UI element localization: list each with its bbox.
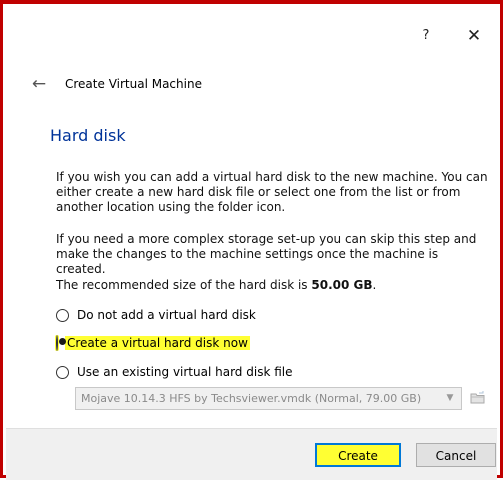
help-icon[interactable]: ?	[414, 24, 438, 48]
option-no-disk[interactable]: Do not add a virtual hard disk	[56, 306, 256, 324]
option-existing-disk-label: Use an existing virtual hard disk file	[77, 365, 293, 379]
button-bar: Create Cancel	[6, 428, 497, 480]
option-create-disk[interactable]: Create a virtual hard disk now	[55, 334, 250, 352]
recommended-size-prefix: The recommended size of the hard disk is	[56, 278, 312, 292]
recommended-size-suffix: .	[372, 278, 377, 292]
option-no-disk-label: Do not add a virtual hard disk	[77, 308, 256, 322]
option-create-disk-label: Create a virtual hard disk now	[65, 336, 250, 350]
radio-no-disk[interactable]	[56, 308, 69, 322]
cancel-button[interactable]: Cancel	[416, 443, 496, 467]
dialog-window: ? ✕ ← Create Virtual Machine Hard disk I…	[0, 0, 503, 480]
option-existing-disk[interactable]: Use an existing virtual hard disk file	[56, 363, 292, 381]
highlight-marker	[55, 335, 59, 351]
existing-disk-select[interactable]: Mojave 10.14.3 HFS by Techsviewer.vmdk (…	[75, 387, 462, 410]
radio-existing-disk[interactable]	[56, 365, 69, 379]
existing-disk-value: Mojave 10.14.3 HFS by Techsviewer.vmdk (…	[81, 392, 422, 405]
chevron-down-icon[interactable]: ▼	[443, 388, 457, 409]
advanced-paragraph: If you need a more complex storage set-u…	[56, 232, 477, 276]
title-bar: ? ✕	[3, 4, 500, 62]
create-button[interactable]: Create	[315, 443, 401, 467]
back-arrow-icon[interactable]: ←	[30, 75, 48, 93]
radio-create-disk[interactable]	[56, 335, 58, 351]
page-title: Hard disk	[50, 126, 126, 145]
recommended-size-text: The recommended size of the hard disk is…	[56, 278, 491, 293]
folder-icon[interactable]	[469, 389, 487, 407]
close-icon[interactable]: ✕	[460, 24, 488, 48]
intro-paragraph: If you wish you can add a virtual hard d…	[56, 170, 488, 214]
wizard-title: Create Virtual Machine	[65, 77, 202, 91]
recommended-size-value: 50.00 GB	[311, 278, 373, 292]
